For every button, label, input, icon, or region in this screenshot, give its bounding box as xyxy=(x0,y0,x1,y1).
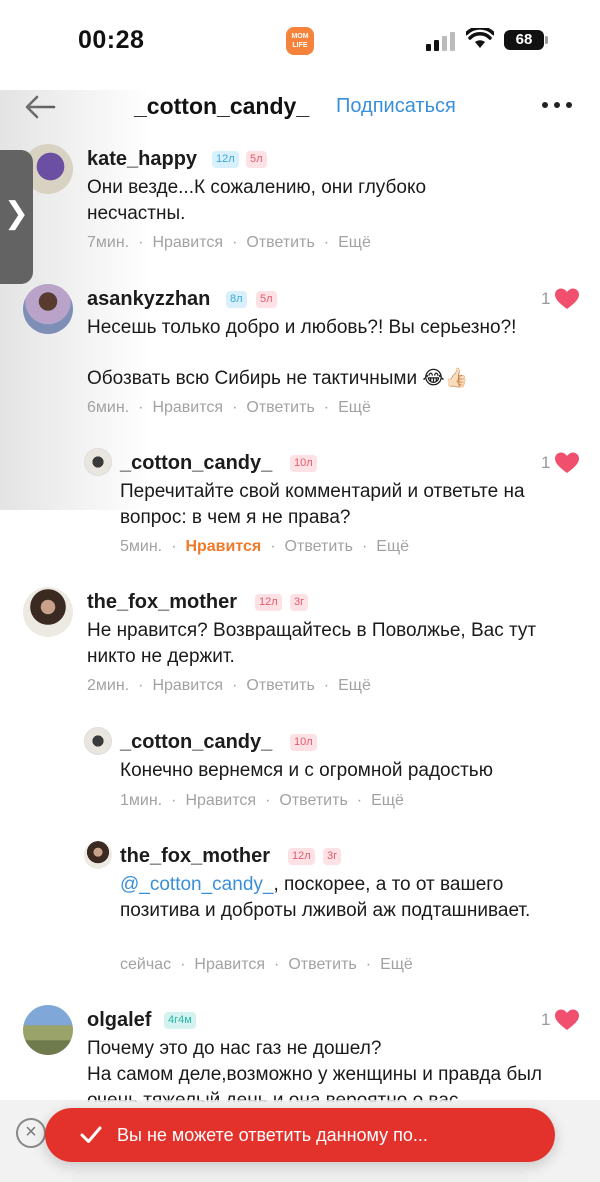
like-button[interactable]: 1 xyxy=(541,451,581,475)
comment-meta: сейчас · Нравится · Ответить · Ещё xyxy=(120,956,413,973)
reply-link[interactable]: Ответить xyxy=(246,677,314,694)
age-badge: 5л xyxy=(256,291,277,308)
app-badge-icon: MOM LIFE xyxy=(286,27,314,55)
battery-tip xyxy=(545,36,548,44)
like-button[interactable]: 1 xyxy=(541,287,581,311)
avatar[interactable] xyxy=(23,587,73,637)
comment-meta: 7мин. · Нравится · Ответить · Ещё xyxy=(87,234,371,251)
header: _cotton_candy_ Подписаться xyxy=(0,84,600,130)
reply-link[interactable]: Ответить xyxy=(285,538,353,555)
more-link[interactable]: Ещё xyxy=(338,677,371,694)
comment-time: 7мин. xyxy=(87,234,130,251)
like-link[interactable]: Нравится xyxy=(152,234,223,251)
comment-text: Конечно вернемся и с огромной радостью xyxy=(120,760,493,781)
subscribe-button[interactable]: Подписаться xyxy=(336,95,456,118)
mention-link[interactable]: @_cotton_candy_ xyxy=(120,874,273,895)
comment-username[interactable]: olgalef xyxy=(87,1009,151,1032)
like-count: 1 xyxy=(541,1010,551,1029)
comment-username[interactable]: _cotton_candy_ xyxy=(120,731,272,754)
reply-link[interactable]: Ответить xyxy=(288,956,356,973)
like-link[interactable]: Нравится xyxy=(152,399,223,416)
age-badge: 12л xyxy=(255,594,282,611)
comment-time: сейчас xyxy=(120,956,172,973)
comment-time: 5мин. xyxy=(120,538,163,555)
signal-icon xyxy=(426,32,455,51)
like-count: 1 xyxy=(541,289,551,308)
more-link[interactable]: Ещё xyxy=(338,399,371,416)
age-badge: 10л xyxy=(290,455,317,472)
more-link[interactable]: Ещё xyxy=(380,956,413,973)
avatar[interactable] xyxy=(23,284,73,334)
like-link-active[interactable]: Нравится xyxy=(185,538,261,555)
age-badge: 8л xyxy=(226,291,247,308)
comment-username[interactable]: the_fox_mother xyxy=(87,591,237,614)
toast-message: Вы не можете ответить данному по... xyxy=(117,1125,428,1145)
comment-meta: 2мин. · Нравится · Ответить · Ещё xyxy=(87,677,371,694)
close-icon[interactable]: × xyxy=(16,1118,46,1148)
avatar[interactable] xyxy=(84,448,112,476)
comment-text: Обозвать всю Сибирь не тактичными 😂👍🏻 xyxy=(87,368,469,389)
more-link[interactable]: Ещё xyxy=(371,792,404,809)
comment-meta: 1мин. · Нравится · Ответить · Ещё xyxy=(120,792,404,809)
age-badge: 3г xyxy=(323,848,342,865)
comment-text: Почему это до нас газ не дошел? xyxy=(87,1038,382,1059)
comment-text: Они везде...К сожалению, они глубоко нес… xyxy=(87,177,427,224)
header-username[interactable]: _cotton_candy_ xyxy=(134,93,309,120)
battery-icon: 68 xyxy=(504,30,544,50)
like-link[interactable]: Нравится xyxy=(152,677,223,694)
reply-link[interactable]: Ответить xyxy=(246,234,314,251)
comment-username[interactable]: asankyzzhan xyxy=(87,288,210,311)
like-link[interactable]: Нравится xyxy=(194,956,265,973)
comment-time: 6мин. xyxy=(87,399,130,416)
comment-text: Перечитайте свой комментарий и ответьте … xyxy=(120,481,525,528)
checkmark-icon xyxy=(80,1126,102,1143)
comment-username[interactable]: _cotton_candy_ xyxy=(120,452,272,475)
comment-text: Не нравится? Возвращайтесь в Поволжье, В… xyxy=(87,620,537,667)
status-time: 00:28 xyxy=(78,26,145,54)
reply-link[interactable]: Ответить xyxy=(279,792,347,809)
like-button[interactable]: 1 xyxy=(541,1008,581,1032)
age-badge: 4г4м xyxy=(164,1012,196,1029)
status-bar: 00:28 MOM LIFE 68 xyxy=(0,0,600,80)
avatar[interactable] xyxy=(84,727,112,755)
comment-meta: 5мин. · Нравится · Ответить · Ещё xyxy=(120,538,409,555)
comment-time: 1мин. xyxy=(120,792,163,809)
comment-text: @_cotton_candy_, поскорее, а то от вашег… xyxy=(120,872,570,924)
reply-link[interactable]: Ответить xyxy=(246,399,314,416)
like-link[interactable]: Нравится xyxy=(185,792,256,809)
avatar[interactable] xyxy=(84,841,112,869)
comment-username[interactable]: the_fox_mother xyxy=(120,845,270,868)
heart-icon xyxy=(555,452,579,473)
more-link[interactable]: Ещё xyxy=(338,234,371,251)
comment-text: На самом деле,возможно у женщины и правд… xyxy=(87,1064,542,1102)
comment-meta: 6мин. · Нравится · Ответить · Ещё xyxy=(87,399,371,416)
heart-icon xyxy=(555,1009,579,1030)
back-arrow-icon[interactable] xyxy=(22,92,58,122)
avatar[interactable] xyxy=(23,1005,73,1055)
comment-username[interactable]: kate_happy xyxy=(87,148,197,171)
age-badge: 12л xyxy=(288,848,315,865)
heart-icon xyxy=(555,288,579,309)
like-count: 1 xyxy=(541,453,551,472)
age-badge: 10л xyxy=(290,734,317,751)
age-badge: 12л xyxy=(212,151,239,168)
comment-time: 2мин. xyxy=(87,677,130,694)
more-options-icon[interactable] xyxy=(540,96,574,116)
error-toast: Вы не можете ответить данному по... xyxy=(45,1108,555,1162)
age-badge: 3г xyxy=(290,594,309,611)
more-link[interactable]: Ещё xyxy=(376,538,409,555)
side-tab-chevron-icon[interactable]: ❯ xyxy=(0,150,33,284)
wifi-icon xyxy=(466,28,494,48)
comment-input-stub[interactable] xyxy=(72,1170,528,1182)
age-badge: 5л xyxy=(246,151,267,168)
comment-text: Несешь только добро и любовь?! Вы серьез… xyxy=(87,317,517,338)
